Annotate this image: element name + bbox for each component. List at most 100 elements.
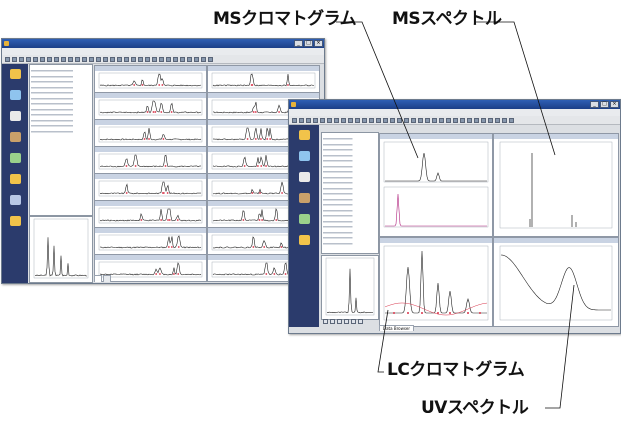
toolbar-button-icon[interactable] — [509, 117, 514, 123]
mini-toolbar-button[interactable] — [351, 319, 356, 324]
list-item[interactable] — [323, 152, 377, 158]
toolbar-button-icon[interactable] — [33, 56, 38, 62]
list-item[interactable] — [323, 229, 377, 235]
front-window-titlebar[interactable]: _ □ × — [289, 100, 620, 109]
sidebar-item[interactable] — [4, 194, 26, 214]
list-item[interactable] — [323, 180, 377, 185]
list-item[interactable] — [31, 73, 91, 79]
toolbar-button-icon[interactable] — [110, 56, 115, 62]
close-button[interactable]: × — [314, 40, 323, 47]
sidebar-item[interactable] — [291, 129, 317, 149]
chromatogram-tile[interactable] — [94, 227, 207, 255]
maximize-button[interactable]: □ — [304, 40, 313, 47]
toolbar-button-icon[interactable] — [103, 56, 108, 62]
sidebar-item[interactable] — [4, 89, 26, 109]
list-item[interactable] — [323, 163, 377, 169]
minimize-button[interactable]: _ — [590, 101, 599, 108]
toolbar-button-icon[interactable] — [369, 117, 374, 123]
list-item[interactable] — [31, 117, 91, 123]
toolbar-button-icon[interactable] — [495, 117, 500, 123]
toolbar-button-icon[interactable] — [124, 56, 129, 62]
mini-toolbar-button[interactable] — [344, 319, 349, 324]
sidebar-item[interactable] — [4, 173, 26, 193]
toolbar-button-icon[interactable] — [439, 117, 444, 123]
toolbar-button-icon[interactable] — [306, 117, 311, 123]
list-item[interactable] — [323, 174, 377, 180]
list-item[interactable] — [323, 136, 377, 141]
toolbar-button-icon[interactable] — [313, 117, 318, 123]
sidebar-item[interactable] — [291, 234, 317, 254]
toolbar-button-icon[interactable] — [117, 56, 122, 62]
chromatogram-tile[interactable] — [207, 65, 320, 93]
toolbar-button-icon[interactable] — [446, 117, 451, 123]
list-item[interactable] — [31, 128, 91, 134]
close-button[interactable]: × — [610, 101, 619, 108]
sidebar-item[interactable] — [291, 150, 317, 170]
back-tab-2[interactable] — [103, 275, 111, 282]
list-item[interactable] — [323, 185, 377, 191]
toolbar-button-icon[interactable] — [187, 56, 192, 62]
list-item[interactable] — [323, 240, 377, 246]
toolbar-button-icon[interactable] — [61, 56, 66, 62]
toolbar-button-icon[interactable] — [299, 117, 304, 123]
toolbar-button-icon[interactable] — [208, 56, 213, 62]
list-item[interactable] — [31, 79, 91, 84]
back-tab-1[interactable] — [94, 275, 102, 282]
toolbar-button-icon[interactable] — [54, 56, 59, 62]
list-item[interactable] — [323, 224, 377, 229]
toolbar-button-icon[interactable] — [26, 56, 31, 62]
list-item[interactable] — [31, 68, 91, 73]
sidebar-item[interactable] — [4, 68, 26, 88]
front-data-list[interactable] — [321, 132, 379, 254]
toolbar-button-icon[interactable] — [460, 117, 465, 123]
chromatogram-tile[interactable] — [94, 65, 207, 93]
toolbar-button-icon[interactable] — [152, 56, 157, 62]
list-item[interactable] — [323, 207, 377, 213]
toolbar-button-icon[interactable] — [320, 117, 325, 123]
list-item[interactable] — [323, 235, 377, 240]
toolbar-button-icon[interactable] — [334, 117, 339, 123]
sidebar-item[interactable] — [4, 152, 26, 172]
list-item[interactable] — [323, 202, 377, 207]
sidebar-item[interactable] — [291, 171, 317, 191]
sidebar-item[interactable] — [291, 213, 317, 233]
toolbar-button-icon[interactable] — [341, 117, 346, 123]
sidebar-item[interactable] — [4, 131, 26, 151]
mini-toolbar-button[interactable] — [330, 319, 335, 324]
toolbar-button-icon[interactable] — [166, 56, 171, 62]
tab-data-browser[interactable]: Data Browser — [379, 325, 415, 331]
chromatogram-tile[interactable] — [94, 173, 207, 201]
toolbar-button-icon[interactable] — [411, 117, 416, 123]
list-item[interactable] — [323, 196, 377, 202]
toolbar-button-icon[interactable] — [453, 117, 458, 123]
mini-toolbar-button[interactable] — [337, 319, 342, 324]
toolbar-button-icon[interactable] — [96, 56, 101, 62]
toolbar-button-icon[interactable] — [376, 117, 381, 123]
toolbar-button-icon[interactable] — [467, 117, 472, 123]
list-item[interactable] — [323, 141, 377, 147]
toolbar-button-icon[interactable] — [5, 56, 10, 62]
maximize-button[interactable]: □ — [600, 101, 609, 108]
toolbar-button-icon[interactable] — [432, 117, 437, 123]
toolbar-button-icon[interactable] — [292, 117, 297, 123]
toolbar-button-icon[interactable] — [89, 56, 94, 62]
toolbar-button-icon[interactable] — [12, 56, 17, 62]
mini-toolbar-button[interactable] — [358, 319, 363, 324]
sidebar-item[interactable] — [291, 192, 317, 212]
list-item[interactable] — [31, 84, 91, 90]
toolbar-button-icon[interactable] — [383, 117, 388, 123]
toolbar-button-icon[interactable] — [362, 117, 367, 123]
toolbar-button-icon[interactable] — [159, 56, 164, 62]
toolbar-button-icon[interactable] — [474, 117, 479, 123]
toolbar-button-icon[interactable] — [355, 117, 360, 123]
list-item[interactable] — [31, 106, 91, 112]
toolbar-button-icon[interactable] — [425, 117, 430, 123]
back-window-titlebar[interactable]: _ □ × — [2, 39, 324, 48]
list-item[interactable] — [31, 95, 91, 101]
toolbar-button-icon[interactable] — [82, 56, 87, 62]
list-item[interactable] — [323, 213, 377, 218]
list-item[interactable] — [323, 191, 377, 196]
sidebar-item[interactable] — [4, 110, 26, 130]
toolbar-button-icon[interactable] — [348, 117, 353, 123]
toolbar-button-icon[interactable] — [418, 117, 423, 123]
